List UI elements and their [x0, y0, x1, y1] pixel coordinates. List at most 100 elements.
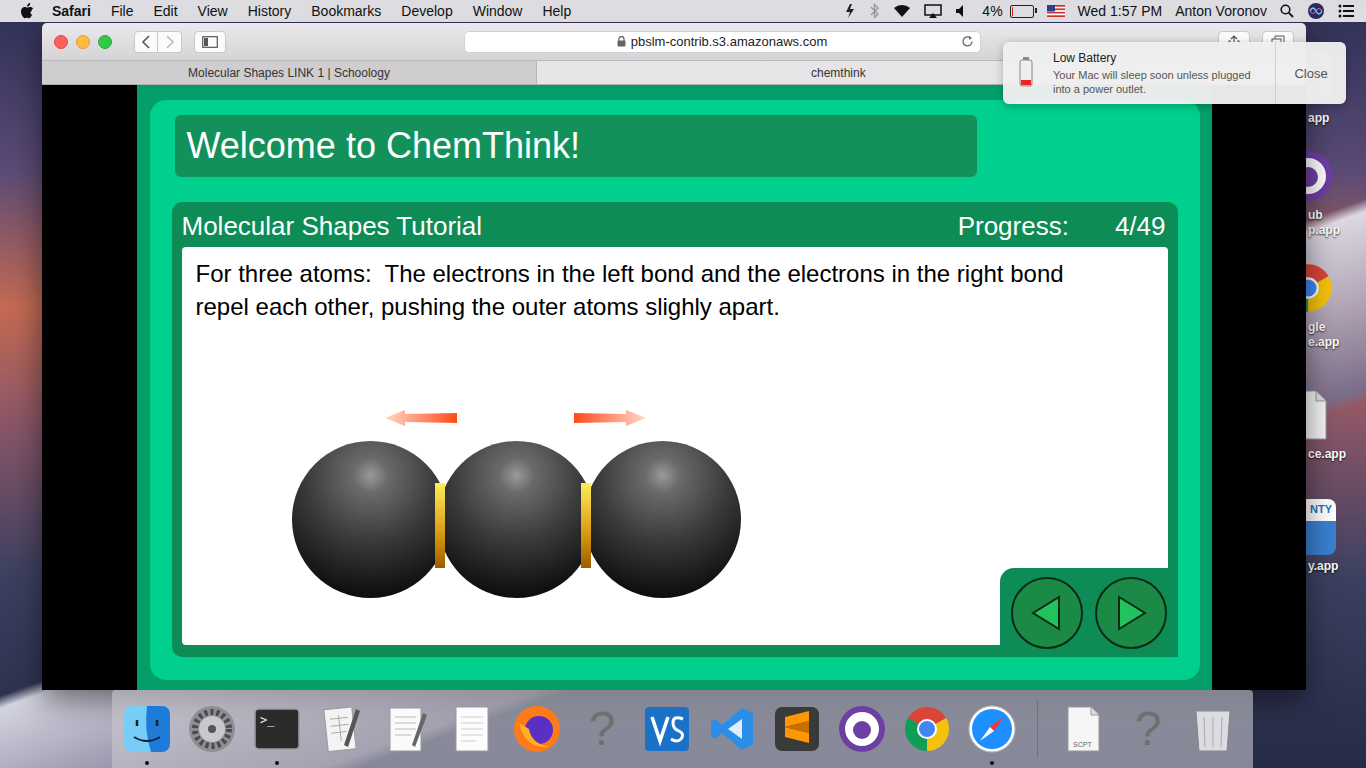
notification-text: Your Mac will sleep soon unless plugged: [1053, 68, 1251, 82]
page-frame: Welcome to ChemThink!Molecular Shapes Tu…: [150, 100, 1200, 680]
reload-icon[interactable]: [961, 35, 974, 48]
bluetooth-icon[interactable]: [870, 3, 880, 19]
apple-icon[interactable]: [20, 3, 34, 19]
svg-text:>_: >_: [260, 713, 275, 727]
address-bar[interactable]: pbslm-contrib.s3.amazonaws.com: [464, 31, 981, 53]
notification-center-icon[interactable]: [1338, 4, 1354, 18]
bond: [581, 483, 591, 568]
tab-label: Molecular Shapes LINK 1 | Schoology: [188, 66, 390, 80]
dock-item[interactable]: [641, 703, 693, 755]
arrow-right-icon: [574, 409, 646, 427]
menu-item[interactable]: Help: [542, 3, 571, 19]
battery-icon[interactable]: [1010, 5, 1034, 18]
atom: [584, 441, 741, 598]
safari-window: pbslm-contrib.s3.amazonaws.com Molecular …: [42, 23, 1306, 690]
firefox-icon: [511, 703, 563, 755]
tab-label: chemthink: [811, 66, 866, 80]
dock-item[interactable]: [706, 703, 758, 755]
dock-item[interactable]: [186, 703, 238, 755]
tutorial-bar: Molecular Shapes Tutorial Progress: 4/49: [182, 202, 1168, 247]
sidebar-button[interactable]: [194, 31, 226, 53]
menu-item[interactable]: History: [248, 3, 292, 19]
badge-text: NTY: [1310, 503, 1332, 515]
running-indicator: [990, 761, 994, 765]
forward-button[interactable]: [158, 31, 182, 53]
dock-item[interactable]: [901, 703, 953, 755]
dock-item[interactable]: [771, 703, 823, 755]
menu-item[interactable]: Edit: [153, 3, 177, 19]
dock-item[interactable]: ?: [576, 703, 628, 755]
dock-item[interactable]: [1187, 703, 1239, 755]
dock-item[interactable]: [121, 703, 173, 755]
arrow-left-icon: [385, 409, 457, 427]
vscode-icon: [706, 703, 758, 755]
dock-item[interactable]: [511, 703, 563, 755]
svg-text:SCPT: SCPT: [1073, 741, 1092, 748]
triangle-left-icon: [1027, 593, 1067, 633]
progress-value: 4/49: [1115, 211, 1166, 242]
menu-item[interactable]: Bookmarks: [311, 3, 381, 19]
tutorial-title: Molecular Shapes Tutorial: [182, 211, 483, 242]
progress-label: Progress:: [958, 211, 1069, 242]
spotlight-icon[interactable]: [1280, 4, 1294, 18]
dock-separator: [1037, 700, 1038, 758]
close-button[interactable]: Close: [1275, 42, 1346, 104]
sidebar-icon: [202, 36, 218, 48]
script-file-icon: SCPT: [1057, 703, 1109, 755]
dock-item[interactable]: >_: [251, 703, 303, 755]
sublime-icon: [771, 703, 823, 755]
menu-item[interactable]: Window: [473, 3, 523, 19]
menu-app-name[interactable]: Safari: [52, 3, 91, 19]
menu-item[interactable]: File: [111, 3, 134, 19]
close-button[interactable]: [54, 35, 68, 49]
chrome-icon: [901, 703, 953, 755]
user-name[interactable]: Anton Voronov: [1175, 3, 1267, 19]
atom: [438, 441, 595, 598]
atom: [292, 441, 449, 598]
dock-item[interactable]: [836, 703, 888, 755]
clock[interactable]: Wed 1:57 PM: [1078, 3, 1163, 19]
dock-item[interactable]: [381, 703, 433, 755]
back-nav-button[interactable]: [1011, 577, 1083, 649]
airplay-icon[interactable]: [924, 4, 942, 18]
dock-item[interactable]: [316, 703, 368, 755]
trash-icon: [1187, 703, 1239, 755]
dock: >_? SCPT?: [112, 690, 1253, 768]
dock-item[interactable]: ?: [1122, 703, 1174, 755]
energy-icon[interactable]: [843, 3, 857, 19]
github-icon: [836, 703, 888, 755]
dock-item[interactable]: [966, 703, 1018, 755]
dock-item[interactable]: [446, 703, 498, 755]
battery-warning-icon: [1011, 56, 1041, 90]
gear-icon: [186, 703, 238, 755]
minimize-button[interactable]: [76, 35, 90, 49]
desktop: Safari File Edit View History Bookmarks Develo…: [0, 0, 1366, 768]
script-editor-icon: [316, 703, 368, 755]
chevron-left-icon: [141, 35, 151, 49]
unknown-app-glyph: ?: [1135, 705, 1162, 753]
siri-icon[interactable]: [1307, 2, 1325, 20]
dock-item[interactable]: SCPT: [1057, 703, 1109, 755]
battery-reading[interactable]: 4%: [982, 3, 1002, 19]
low-battery-notification[interactable]: Low Battery Your Mac will sleep soon unle…: [1003, 42, 1346, 104]
triangle-right-icon: [1111, 593, 1151, 633]
chemthink-page: Welcome to ChemThink!Molecular Shapes Tu…: [137, 85, 1212, 690]
tutorial-text: For three atoms: The electrons in the le…: [196, 257, 1116, 323]
zoom-button[interactable]: [98, 35, 112, 49]
notification-title: Low Battery: [1053, 51, 1251, 65]
menu-item[interactable]: View: [198, 3, 228, 19]
forward-nav-button[interactable]: [1095, 577, 1167, 649]
address-text: pbslm-contrib.s3.amazonaws.com: [631, 34, 828, 49]
back-button[interactable]: [134, 31, 158, 53]
us-flag-icon[interactable]: [1047, 5, 1065, 17]
tutorial-card: For three atoms: The electrons in the le…: [182, 247, 1168, 645]
wifi-icon[interactable]: [893, 4, 911, 18]
tutorial-panel: Molecular Shapes Tutorial Progress: 4/49 Fo…: [172, 202, 1178, 657]
volume-icon[interactable]: [955, 4, 969, 18]
chevron-right-icon: [165, 35, 175, 49]
lock-icon: [617, 36, 626, 47]
menu-item[interactable]: Develop: [401, 3, 452, 19]
unknown-app-glyph: ?: [589, 705, 616, 753]
browser-tab[interactable]: Molecular Shapes LINK 1 | Schoology: [42, 61, 537, 84]
notification-text: into a power outlet.: [1053, 82, 1251, 96]
